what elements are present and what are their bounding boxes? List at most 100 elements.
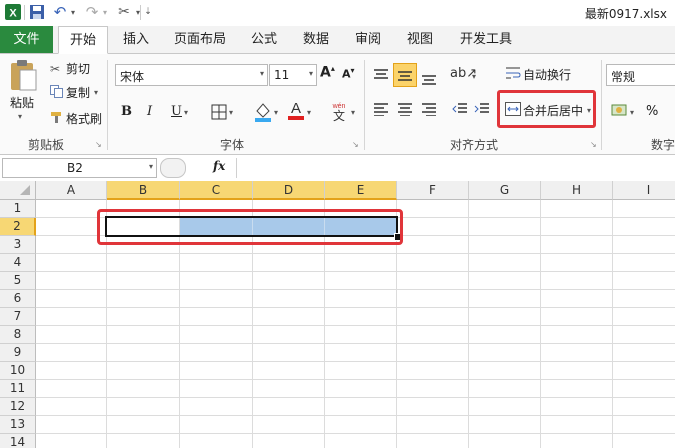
insert-function-button[interactable]: fx [213, 159, 225, 173]
percent-button[interactable]: % [646, 104, 658, 119]
gridline [612, 200, 613, 448]
bold-button[interactable]: B [121, 104, 132, 119]
row-header-11[interactable]: 11 [0, 380, 36, 398]
svg-text:A: A [291, 100, 301, 117]
decrease-indent-icon[interactable] [452, 102, 468, 119]
chevron-down-icon[interactable]: ▾ [18, 112, 22, 121]
formula-input[interactable] [242, 159, 672, 177]
fill-color-icon[interactable] [253, 101, 273, 123]
redo-icon[interactable]: ↷ [82, 3, 102, 21]
format-painter-button[interactable]: 格式刷 [50, 110, 102, 127]
row-header-8[interactable]: 8 [0, 326, 36, 344]
chevron-down-icon[interactable]: ▾ [133, 3, 143, 21]
font-color-icon[interactable]: A [286, 98, 306, 122]
column-header-i[interactable]: I [613, 181, 675, 200]
chevron-down-icon[interactable]: ▾ [184, 108, 188, 117]
chevron-down-icon[interactable]: ▾ [630, 108, 634, 117]
column-header-d[interactable]: D [253, 181, 325, 200]
tools-icon[interactable]: ✂ [114, 3, 134, 21]
title-bar: X ↶ ▾ ↷ ▾ ✂ ▾ ⇣ 最新0917.xlsx [0, 0, 675, 26]
borders-icon[interactable] [211, 104, 227, 123]
row-header-1[interactable]: 1 [0, 200, 36, 218]
tab-developer[interactable]: 开发工具 [452, 26, 520, 53]
undo-icon[interactable]: ↶ [50, 3, 70, 21]
increase-indent-icon[interactable] [474, 102, 490, 119]
cut-button[interactable]: ✂ 剪切 [50, 60, 90, 77]
wrap-text-button[interactable]: 自动换行 [505, 66, 571, 83]
save-icon[interactable] [28, 3, 46, 21]
formula-bar-resize-handle[interactable] [160, 158, 186, 178]
chevron-down-icon[interactable]: ▾ [472, 72, 476, 81]
align-left-icon[interactable] [373, 102, 389, 119]
spreadsheet-grid: A B C D E F G H I 1 2 3 4 5 6 7 8 9 10 1… [0, 181, 675, 448]
column-header-b[interactable]: B [107, 181, 180, 200]
select-all-corner[interactable] [0, 181, 36, 200]
gridline [540, 200, 541, 448]
row-header-2[interactable]: 2 [0, 218, 36, 236]
accounting-format-icon[interactable] [611, 102, 629, 121]
chevron-down-icon[interactable]: ▾ [307, 108, 311, 117]
dialog-launcher-icon[interactable]: ↘ [95, 140, 102, 149]
group-divider [107, 60, 108, 150]
row-header-13[interactable]: 13 [0, 416, 36, 434]
ribbon-tabs: 文件 开始 插入 页面布局 公式 数据 审阅 视图 开发工具 [0, 26, 675, 54]
dialog-launcher-icon[interactable]: ↘ [352, 140, 359, 149]
align-center-icon[interactable] [397, 102, 413, 119]
alignment-group-label: 对齐方式 [450, 138, 499, 152]
row-header-9[interactable]: 9 [0, 344, 36, 362]
phonetic-guide-icon[interactable]: wén 文 [328, 100, 348, 123]
number-format-select[interactable]: 常规 [606, 64, 675, 86]
tab-home[interactable]: 开始 [58, 26, 108, 54]
row-header-5[interactable]: 5 [0, 272, 36, 290]
shrink-font-icon[interactable]: A▾ [342, 66, 355, 81]
align-top-icon[interactable] [373, 68, 389, 85]
italic-button[interactable]: I [147, 104, 152, 119]
customize-toolbar-icon[interactable]: ⇣ [143, 3, 153, 21]
copy-icon [50, 84, 66, 101]
tab-formulas[interactable]: 公式 [244, 26, 284, 53]
font-name-select[interactable]: 宋体 ▾ [115, 64, 268, 86]
column-header-c[interactable]: C [180, 181, 253, 200]
cut-label: 剪切 [66, 62, 91, 76]
tab-data[interactable]: 数据 [296, 26, 336, 53]
gridline [468, 200, 469, 448]
gridline [36, 361, 675, 362]
chevron-down-icon[interactable]: ▾ [351, 108, 355, 117]
tab-page-layout[interactable]: 页面布局 [168, 26, 232, 53]
paste-button[interactable]: 粘贴 [10, 94, 34, 111]
row-header-6[interactable]: 6 [0, 290, 36, 308]
column-header-e[interactable]: E [325, 181, 397, 200]
column-header-a[interactable]: A [36, 181, 107, 200]
row-header-4[interactable]: 4 [0, 254, 36, 272]
column-header-f[interactable]: F [397, 181, 469, 200]
row-header-10[interactable]: 10 [0, 362, 36, 380]
font-size-select[interactable]: 11 ▾ [269, 64, 317, 86]
chevron-down-icon[interactable]: ▾ [274, 108, 278, 117]
dialog-launcher-icon[interactable]: ↘ [590, 140, 597, 149]
tab-file[interactable]: 文件 [0, 26, 53, 53]
align-middle-button[interactable] [393, 63, 417, 87]
chevron-down-icon[interactable]: ▾ [94, 88, 98, 97]
tab-insert[interactable]: 插入 [114, 26, 158, 53]
gridline [36, 397, 675, 398]
row-header-14[interactable]: 14 [0, 434, 36, 448]
row-header-7[interactable]: 7 [0, 308, 36, 326]
underline-button[interactable]: U [171, 104, 182, 119]
copy-button[interactable]: 复制 ▾ [50, 84, 98, 101]
chevron-down-icon[interactable]: ▾ [100, 3, 110, 21]
name-box[interactable]: B2 ▾ [2, 158, 157, 178]
column-header-h[interactable]: H [541, 181, 613, 200]
row-header-3[interactable]: 3 [0, 236, 36, 254]
grow-font-icon[interactable]: A▴ [320, 64, 335, 81]
gridline [36, 307, 675, 308]
chevron-down-icon[interactable]: ▾ [68, 3, 78, 21]
font-name-value: 宋体 [120, 70, 145, 84]
tab-review[interactable]: 审阅 [348, 26, 388, 53]
align-bottom-icon[interactable] [421, 72, 437, 89]
chevron-down-icon[interactable]: ▾ [229, 108, 233, 117]
tab-view[interactable]: 视图 [400, 26, 440, 53]
column-header-g[interactable]: G [469, 181, 541, 200]
align-right-icon[interactable] [421, 102, 437, 119]
excel-logo-icon: X [4, 3, 22, 21]
row-header-12[interactable]: 12 [0, 398, 36, 416]
